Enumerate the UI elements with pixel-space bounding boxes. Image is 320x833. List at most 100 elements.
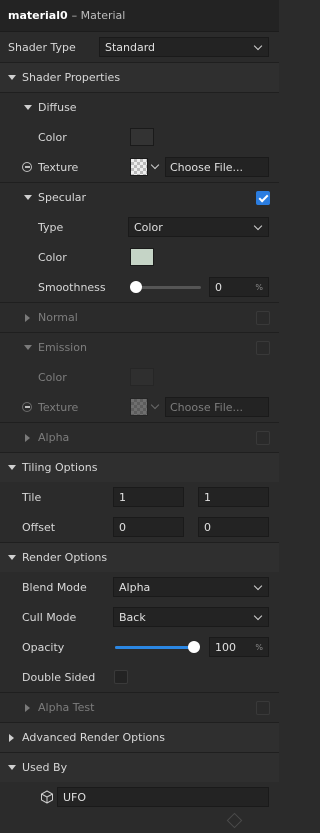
specular-color-label: Color <box>38 250 67 264</box>
inspector-header: material0 – Material <box>0 0 279 32</box>
caret-down-icon <box>8 75 16 80</box>
subsection-alpha[interactable]: Alpha <box>0 422 279 452</box>
cull-mode-label: Cull Mode <box>22 610 77 624</box>
opacity-slider-fill <box>115 646 195 649</box>
cull-mode-row: Cull Mode Back <box>0 602 279 632</box>
double-sided-row: Double Sided <box>0 662 279 692</box>
material-type: – Material <box>71 9 126 22</box>
specular-checkbox[interactable] <box>256 191 270 205</box>
chevron-down-icon <box>253 41 263 51</box>
shader-type-row: Shader Type Standard <box>0 32 279 62</box>
percent-unit: % <box>255 642 263 652</box>
section-title: Render Options <box>22 551 108 564</box>
specular-type-value: Color <box>134 220 163 234</box>
caret-down-icon <box>8 765 16 770</box>
tile-row: Tile 1 1 <box>0 482 279 512</box>
used-by-entity[interactable]: UFO <box>57 787 269 807</box>
emission-color-swatch[interactable] <box>130 368 154 386</box>
chevron-down-icon <box>253 611 263 621</box>
link-icon[interactable] <box>22 402 32 412</box>
blend-mode-value: Alpha <box>119 580 151 594</box>
tile-label: Tile <box>22 490 42 504</box>
opacity-label: Opacity <box>22 640 65 654</box>
offset-y-input[interactable]: 0 <box>198 517 269 537</box>
alpha-test-checkbox[interactable] <box>256 701 270 715</box>
cull-mode-select[interactable]: Back <box>113 607 269 627</box>
caret-down-icon <box>24 195 32 200</box>
used-by-entity-name: UFO <box>63 790 87 804</box>
link-icon[interactable] <box>22 162 32 172</box>
tile-x-value: 1 <box>119 490 126 504</box>
entity-icon <box>40 790 54 807</box>
resize-handle-icon[interactable] <box>226 812 243 829</box>
subsection-title: Normal <box>38 311 78 324</box>
subsection-emission[interactable]: Emission <box>0 332 279 362</box>
caret-down-icon <box>24 345 32 350</box>
opacity-row: Opacity 100 % <box>0 632 279 662</box>
specular-type-label: Type <box>38 220 64 234</box>
caret-down-icon <box>8 465 16 470</box>
section-advanced-render-options[interactable]: Advanced Render Options <box>0 722 279 752</box>
subsection-title: Diffuse <box>38 101 77 114</box>
caret-down-icon <box>8 555 16 560</box>
opacity-input[interactable]: 100 % <box>209 637 269 657</box>
subsection-title: Alpha Test <box>38 701 95 714</box>
texture-thumbnail[interactable] <box>130 158 148 176</box>
subsection-title: Alpha <box>38 431 70 444</box>
tile-y-input[interactable]: 1 <box>198 487 269 507</box>
smoothness-label: Smoothness <box>38 280 106 294</box>
section-title: Shader Properties <box>22 71 121 84</box>
choose-file-label: Choose File... <box>170 400 244 414</box>
section-used-by[interactable]: Used By <box>0 752 279 782</box>
diffuse-color-label: Color <box>38 130 67 144</box>
offset-x-value: 0 <box>119 520 126 534</box>
shader-type-label: Shader Type <box>8 40 76 54</box>
section-shader-properties[interactable]: Shader Properties <box>0 62 279 92</box>
caret-right-icon <box>9 733 14 742</box>
section-title: Tiling Options <box>22 461 98 474</box>
subsection-title: Emission <box>38 341 87 354</box>
specular-type-row: Type Color <box>0 212 279 242</box>
smoothness-slider-handle[interactable] <box>130 281 142 293</box>
caret-right-icon <box>25 313 30 322</box>
choose-file-button[interactable]: Choose File... <box>165 157 269 177</box>
shader-type-value: Standard <box>105 40 156 54</box>
smoothness-input[interactable]: 0 % <box>209 277 269 297</box>
texture-thumbnail[interactable] <box>130 398 148 416</box>
caret-down-icon <box>24 105 32 110</box>
blend-mode-row: Blend Mode Alpha <box>0 572 279 602</box>
alpha-checkbox[interactable] <box>256 431 270 445</box>
subsection-title: Specular <box>38 191 87 204</box>
offset-x-input[interactable]: 0 <box>113 517 184 537</box>
opacity-slider-handle[interactable] <box>188 641 200 653</box>
smoothness-slider-track[interactable] <box>135 286 201 289</box>
chevron-down-icon[interactable] <box>150 400 160 410</box>
section-tiling-options[interactable]: Tiling Options <box>0 452 279 482</box>
specular-type-select[interactable]: Color <box>128 217 269 237</box>
subsection-normal[interactable]: Normal <box>0 302 279 332</box>
tile-y-value: 1 <box>204 490 211 504</box>
smoothness-value: 0 <box>215 280 222 294</box>
normal-checkbox[interactable] <box>256 311 270 325</box>
specular-color-row: Color <box>0 242 279 272</box>
shader-type-select[interactable]: Standard <box>99 37 269 57</box>
choose-file-button[interactable]: Choose File... <box>165 397 269 417</box>
subsection-diffuse[interactable]: Diffuse <box>0 92 279 122</box>
specular-color-swatch[interactable] <box>130 248 154 266</box>
emission-checkbox[interactable] <box>256 341 270 355</box>
caret-right-icon <box>25 703 30 712</box>
emission-texture-row: Texture Choose File... <box>0 392 279 422</box>
blend-mode-select[interactable]: Alpha <box>113 577 269 597</box>
used-by-item-row: UFO <box>0 782 279 812</box>
offset-row: Offset 0 0 <box>0 512 279 542</box>
double-sided-checkbox[interactable] <box>114 670 128 684</box>
section-render-options[interactable]: Render Options <box>0 542 279 572</box>
subsection-alpha-test[interactable]: Alpha Test <box>0 692 279 722</box>
diffuse-color-swatch[interactable] <box>130 128 154 146</box>
material-name: material0 <box>8 9 68 22</box>
chevron-down-icon[interactable] <box>150 160 160 170</box>
diffuse-color-row: Color <box>0 122 279 152</box>
subsection-specular[interactable]: Specular <box>0 182 279 212</box>
tile-x-input[interactable]: 1 <box>113 487 184 507</box>
section-title: Advanced Render Options <box>22 731 165 744</box>
